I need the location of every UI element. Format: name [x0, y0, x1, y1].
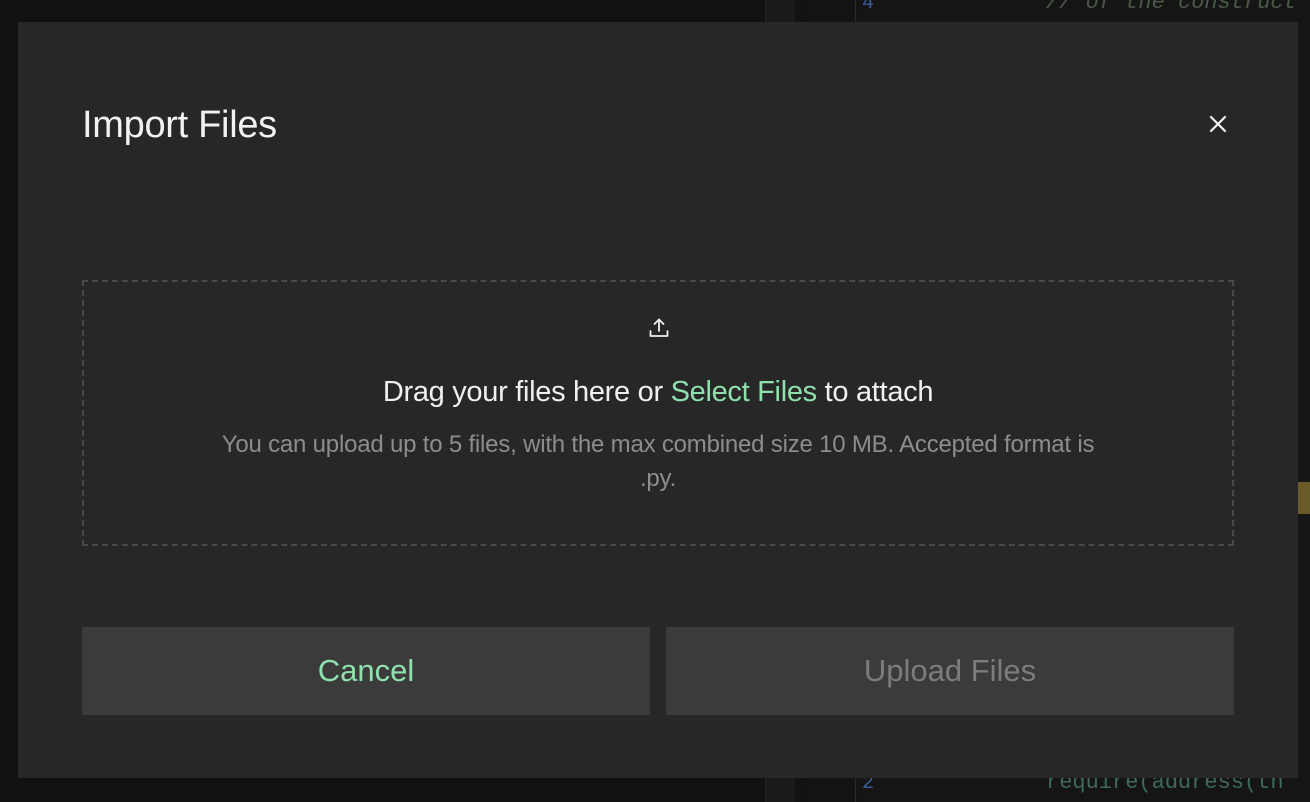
- drag-prefix: Drag your files here or: [382, 376, 671, 408]
- upload-icon: [649, 318, 669, 337]
- file-dropzone[interactable]: Drag your files here or Select Files to …: [82, 280, 1234, 546]
- editor-highlight: [1296, 482, 1310, 514]
- line-number: 4: [862, 0, 875, 15]
- cancel-button[interactable]: Cancel: [82, 627, 650, 715]
- select-files-link[interactable]: Select Files: [671, 376, 818, 408]
- upload-files-button[interactable]: Upload Files: [666, 627, 1234, 715]
- import-files-modal: Import Files Drag your files here or Sel…: [18, 22, 1298, 778]
- code-line-comment: // of the construct: [1046, 0, 1297, 15]
- drag-suffix: to attach: [816, 376, 934, 408]
- close-button[interactable]: [1202, 108, 1234, 140]
- drag-instructions: Drag your files here or Select Files to …: [84, 376, 1232, 409]
- close-icon: [1209, 115, 1227, 133]
- upload-hint: You can upload up to 5 files, with the m…: [221, 431, 1095, 492]
- modal-title: Import Files: [82, 104, 277, 146]
